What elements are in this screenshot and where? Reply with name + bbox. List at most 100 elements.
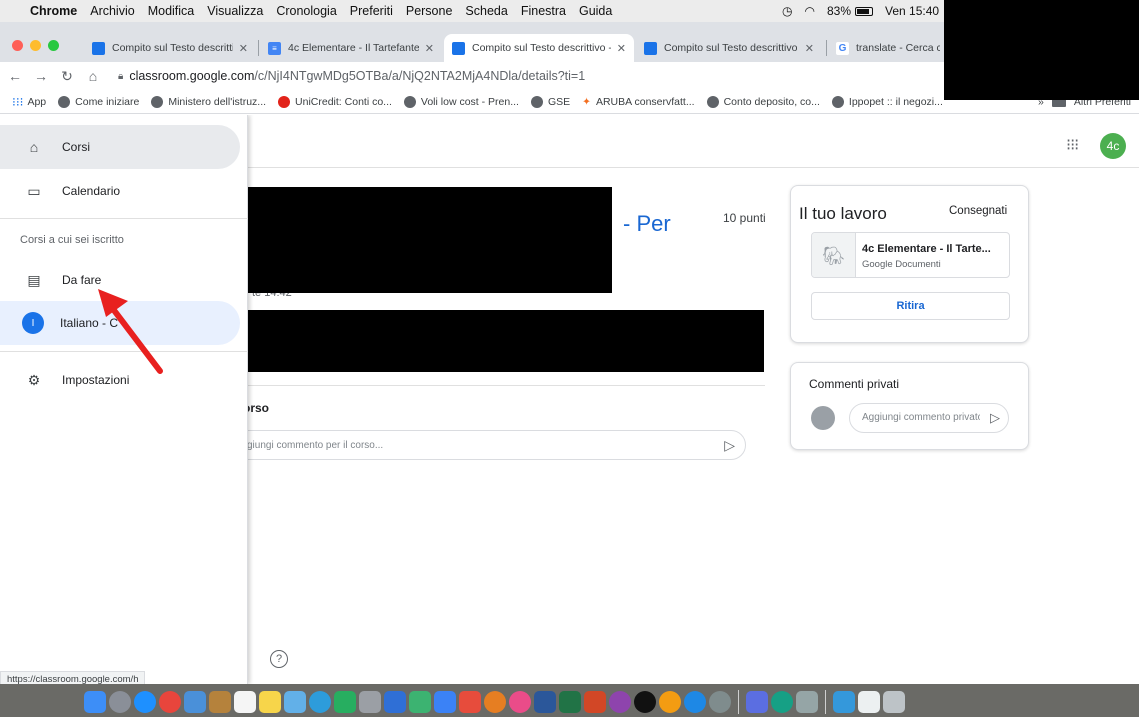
tab-compito-1[interactable]: Compito sul Testo descrittivo - P ✕ — [84, 34, 256, 62]
attachment-card[interactable]: 🐘︎ 4c Elementare - Il Tarte... Google Do… — [811, 232, 1010, 278]
apple-tv-icon[interactable] — [634, 690, 656, 713]
menu-archivio[interactable]: Archivio — [90, 4, 134, 18]
bookmark-label: GSE — [547, 95, 571, 108]
send-icon[interactable]: ▷ — [990, 410, 1000, 426]
podcasts-icon[interactable] — [609, 690, 631, 713]
help-icon[interactable]: ? — [270, 650, 288, 668]
document-icon[interactable] — [858, 690, 880, 713]
bookmark-come-iniziare[interactable]: Come iniziare — [58, 95, 139, 108]
acrobat-icon[interactable] — [459, 690, 481, 713]
powerpoint-icon[interactable] — [584, 690, 606, 713]
sidebar-divider — [0, 218, 248, 219]
menu-guida[interactable]: Guida — [579, 4, 612, 18]
books-icon[interactable] — [659, 690, 681, 713]
numbers-icon[interactable] — [409, 690, 431, 713]
lock-icon[interactable]: 🔒︎ — [118, 71, 123, 82]
favorites-star-icon[interactable] — [746, 690, 768, 713]
sidebar-item-corsi[interactable]: ⌂ Corsi — [0, 125, 240, 169]
home-icon: ⌂ — [29, 139, 39, 155]
clock[interactable]: Ven 15:40 — [885, 4, 939, 18]
tab-4c-elementare[interactable]: ≡ 4c Elementare - Il Tartefante - D ✕ — [260, 34, 442, 62]
address-bar[interactable]: classroom.google.com/c/NjI4NTgwMDg5OTBa/… — [129, 69, 585, 83]
word-icon[interactable] — [534, 690, 556, 713]
contacts-icon[interactable] — [209, 690, 231, 713]
your-work-title: Il tuo lavoro — [799, 204, 887, 223]
app-store-icon[interactable] — [684, 690, 706, 713]
bookmark-aruba[interactable]: ✦ ARUBA conservfatt... — [582, 96, 694, 108]
redacted-block — [240, 187, 612, 293]
google-favicon-icon: G — [836, 41, 849, 55]
screenshot-icon[interactable] — [796, 690, 818, 713]
reload-icon[interactable]: ↻ — [56, 68, 78, 85]
close-tab-icon[interactable]: ✕ — [805, 42, 814, 55]
unsubmit-button[interactable]: Ritira — [811, 292, 1010, 320]
facetime-icon[interactable] — [284, 690, 306, 713]
close-tab-icon[interactable]: ✕ — [617, 42, 626, 55]
close-tab-icon[interactable]: ✕ — [239, 42, 248, 55]
menu-app-name[interactable]: Chrome — [30, 4, 77, 18]
launchpad-icon[interactable] — [109, 690, 131, 713]
aruba-icon: ✦ — [582, 95, 591, 108]
globe-icon — [58, 95, 71, 108]
chrome-icon[interactable] — [159, 690, 181, 713]
bookmark-label: UniCredit: Conti co... — [295, 95, 392, 108]
menu-modifica[interactable]: Modifica — [148, 4, 195, 18]
sidebar-item-calendario[interactable]: ▭ Calendario — [0, 169, 240, 213]
calendar-app-icon[interactable] — [234, 690, 256, 713]
menu-preferiti[interactable]: Preferiti — [350, 4, 393, 18]
close-tab-icon[interactable]: ✕ — [425, 42, 434, 55]
finder-icon[interactable] — [84, 690, 106, 713]
downloads-folder-icon[interactable] — [833, 690, 855, 713]
menu-scheda[interactable]: Scheda — [465, 4, 507, 18]
tab-compito-active[interactable]: Compito sul Testo descrittivo - P ✕ — [444, 34, 634, 62]
facetime-video-icon[interactable] — [334, 690, 356, 713]
url-host: classroom.google.com — [129, 69, 255, 83]
back-icon[interactable]: ← — [4, 68, 26, 84]
safari-icon[interactable] — [134, 690, 156, 713]
trash-icon[interactable] — [883, 690, 905, 713]
preview-icon[interactable] — [184, 690, 206, 713]
forward-icon[interactable]: → — [30, 68, 52, 84]
excel-icon[interactable] — [559, 690, 581, 713]
menu-cronologia[interactable]: Cronologia — [276, 4, 336, 18]
photos-icon[interactable] — [484, 690, 506, 713]
close-window-icon[interactable] — [12, 40, 23, 51]
wifi-icon[interactable]: ◠ — [804, 4, 814, 18]
menu-persone[interactable]: Persone — [406, 4, 453, 18]
home-icon[interactable]: ⌂ — [82, 68, 104, 84]
menu-finestra[interactable]: Finestra — [521, 4, 566, 18]
mail-icon[interactable] — [359, 690, 381, 713]
dock-separator — [825, 689, 826, 714]
google-apps-icon[interactable]: ⁝⁝⁝ — [1066, 135, 1079, 155]
minimize-window-icon[interactable] — [30, 40, 41, 51]
keynote-icon[interactable] — [384, 690, 406, 713]
battery-status[interactable]: 83% — [827, 4, 873, 18]
messages-icon[interactable] — [309, 690, 331, 713]
tab-label: translate - Cerca con — [856, 42, 940, 54]
menu-visualizza[interactable]: Visualizza — [207, 4, 263, 18]
bookmark-app[interactable]: ⁝⁝⁝ App — [12, 95, 46, 109]
globe-icon — [403, 95, 416, 108]
bookmark-voli[interactable]: Voli low cost - Pren... — [403, 95, 519, 108]
bookmark-ministero[interactable]: Ministero dell'istruz... — [151, 95, 266, 108]
tab-translate[interactable]: G translate - Cerca con — [828, 34, 948, 62]
globe-icon — [151, 95, 164, 108]
tab-compito-3[interactable]: Compito sul Testo descrittivo - P ✕ — [636, 34, 822, 62]
bookmark-ippopet[interactable]: Ippopet :: il negozi... — [831, 95, 943, 108]
pages-icon[interactable] — [434, 690, 456, 713]
music-icon[interactable] — [509, 690, 531, 713]
class-comment-input[interactable]: giungi commento per il corso... ▷ — [220, 430, 746, 460]
bookmark-conto-deposito[interactable]: Conto deposito, co... — [706, 95, 820, 108]
course-initial-avatar: I — [22, 312, 44, 334]
time-machine-icon[interactable]: ◷ — [782, 4, 792, 18]
bookmark-gse[interactable]: GSE — [530, 95, 571, 108]
maximize-window-icon[interactable] — [48, 40, 59, 51]
send-icon[interactable]: ▷ — [724, 437, 735, 454]
private-comment-input[interactable]: Aggiungi commento privato ▷ — [849, 403, 1009, 433]
notes-icon[interactable] — [259, 690, 281, 713]
account-avatar[interactable]: 4c — [1100, 133, 1126, 159]
screen-sharing-icon[interactable] — [771, 690, 793, 713]
bookmark-unicredit[interactable]: UniCredit: Conti co... — [278, 95, 392, 108]
system-preferences-icon[interactable] — [709, 690, 731, 713]
sidebar-item-label: Corsi — [62, 140, 91, 154]
